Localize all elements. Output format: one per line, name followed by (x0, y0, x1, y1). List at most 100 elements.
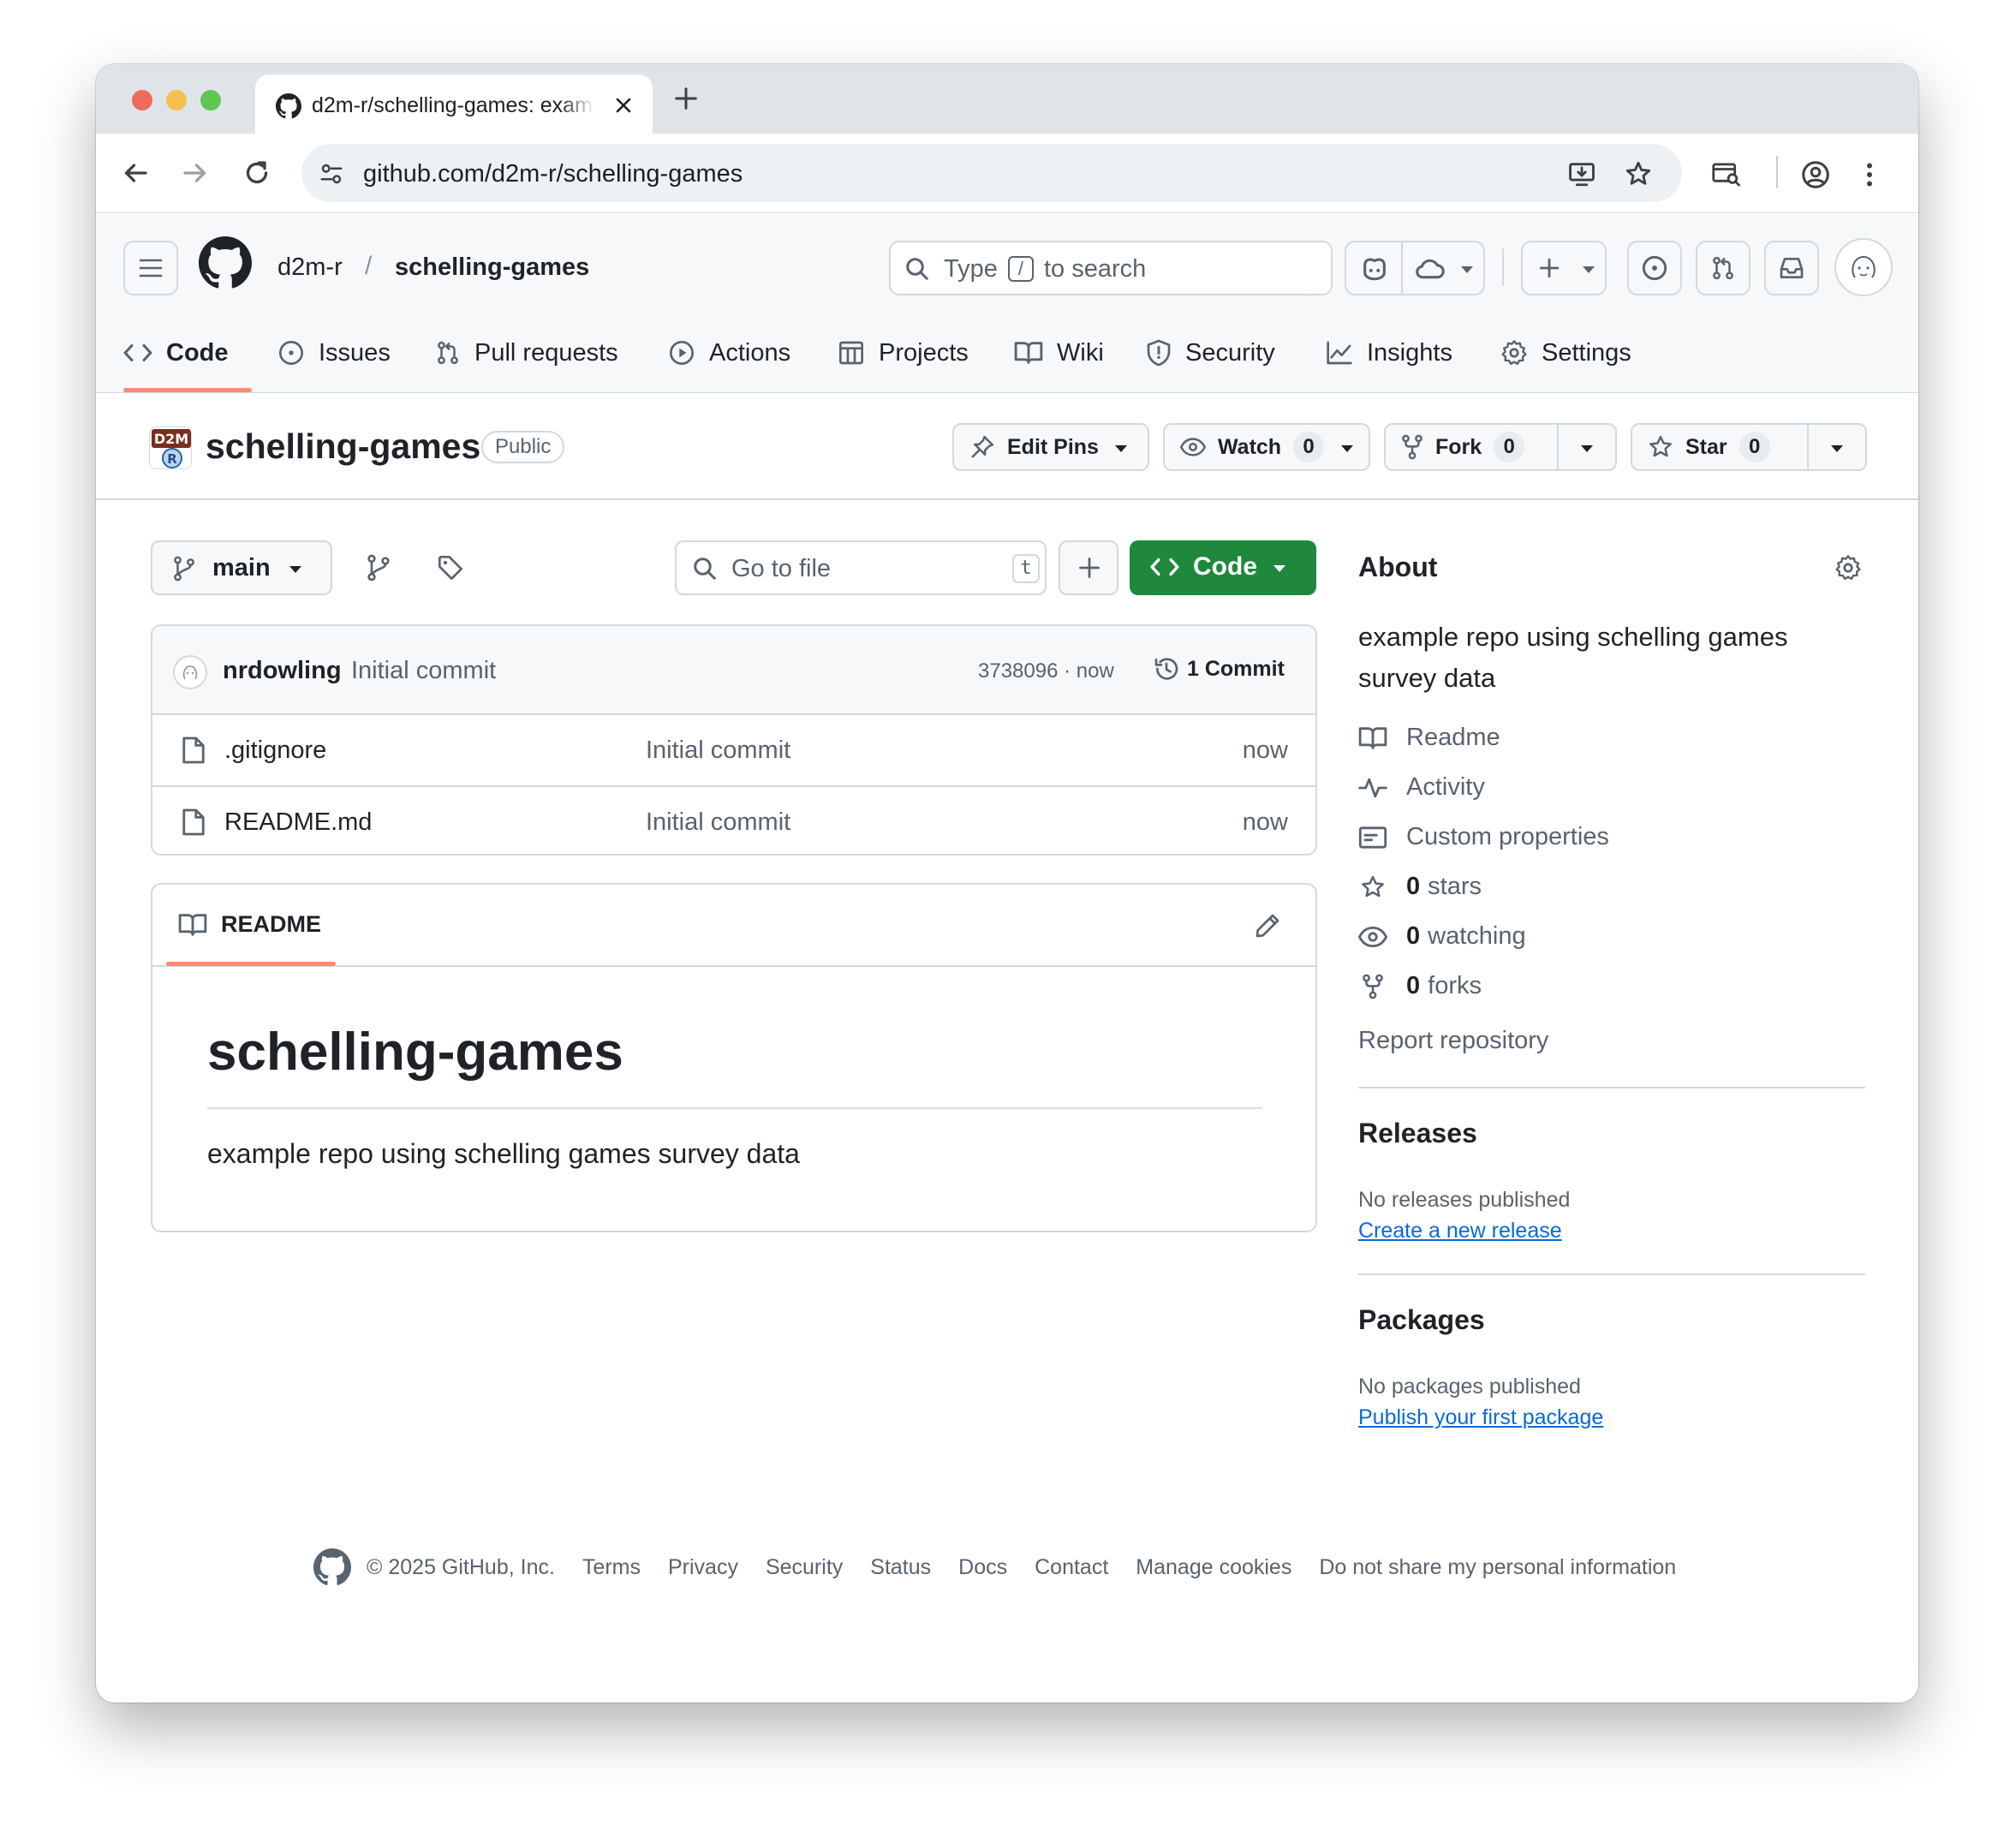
star-button[interactable]: Star 0 (1631, 423, 1867, 471)
tab-projects[interactable]: Projects (838, 313, 969, 393)
custom-properties-link[interactable]: Custom properties (1358, 823, 1609, 851)
pin-icon (969, 434, 995, 460)
address-bar[interactable]: github.com/d2m-r/schelling-games (301, 144, 1682, 202)
footer-link-privacy[interactable]: Privacy (668, 1555, 738, 1580)
stars-link[interactable]: 0 stars (1358, 873, 1482, 901)
github-footer-logo-icon[interactable] (313, 1548, 351, 1586)
packages-heading[interactable]: Packages (1358, 1304, 1485, 1336)
copilot-cloud-icon[interactable] (1415, 256, 1446, 282)
issues-button[interactable] (1627, 241, 1682, 295)
footer-link-manage-cookies[interactable]: Manage cookies (1136, 1555, 1291, 1580)
back-icon[interactable] (120, 158, 151, 188)
tab-settings[interactable]: Settings (1500, 313, 1631, 393)
inbox-button[interactable] (1764, 241, 1819, 295)
zoom-window-button[interactable] (200, 90, 221, 110)
copilot-icon[interactable] (1360, 254, 1389, 282)
hamburger-menu-button[interactable] (123, 241, 178, 295)
watch-button[interactable]: Watch 0 (1163, 423, 1370, 471)
readme-link[interactable]: Readme (1358, 724, 1500, 752)
go-to-file-input[interactable]: Go to file t (675, 540, 1047, 595)
chevron-down-icon (289, 566, 301, 573)
history-icon (1154, 658, 1178, 680)
tab-issues[interactable]: Issues (277, 313, 391, 393)
pulse-icon (1358, 778, 1387, 797)
repo-owner-avatar[interactable]: D2M R (149, 426, 192, 469)
install-app-icon[interactable] (1567, 159, 1596, 188)
activity-link[interactable]: Activity (1358, 773, 1485, 802)
close-window-button[interactable] (132, 90, 152, 110)
report-repository-link[interactable]: Report repository (1358, 1027, 1548, 1055)
branch-selector[interactable]: main (151, 540, 332, 595)
footer-link-contact[interactable]: Contact (1035, 1555, 1108, 1580)
file-name-link[interactable]: .gitignore (224, 737, 326, 765)
forks-link[interactable]: 0 forks (1358, 972, 1482, 1000)
branch-icon (173, 556, 195, 582)
commit-message-link[interactable]: Initial commit (351, 657, 496, 685)
releases-heading[interactable]: Releases (1358, 1118, 1477, 1149)
site-settings-icon[interactable] (319, 161, 344, 187)
repo-name-link[interactable]: schelling-games (395, 253, 589, 282)
tab-insights[interactable]: Insights (1326, 313, 1452, 393)
tab-pull-requests[interactable]: Pull requests (435, 313, 618, 393)
button-divider (1807, 425, 1809, 469)
create-new-button[interactable] (1521, 241, 1607, 295)
code-dropdown-button[interactable]: Code (1130, 540, 1316, 595)
global-search-input[interactable]: Type / to search (889, 241, 1333, 295)
pencil-icon[interactable] (1254, 912, 1281, 939)
star-lists-chevron-icon[interactable] (1831, 445, 1843, 452)
chevron-down-icon (1583, 266, 1595, 273)
commit-history-link[interactable]: 1 Commit (1153, 655, 1285, 683)
browser-toolbar: github.com/d2m-r/schelling-games (96, 134, 1918, 213)
browser-menu-icon[interactable] (1864, 159, 1876, 190)
readme-tab[interactable]: README (178, 911, 321, 938)
footer-link-status[interactable]: Status (870, 1555, 931, 1580)
user-avatar[interactable] (1834, 238, 1893, 296)
file-name-link[interactable]: README.md (224, 808, 372, 837)
tab-security[interactable]: Security (1146, 313, 1275, 393)
footer-link-do-not-share[interactable]: Do not share my personal information (1319, 1555, 1676, 1580)
footer-link-terms[interactable]: Terms (582, 1555, 641, 1580)
watching-link[interactable]: 0 watching (1358, 922, 1526, 951)
pull-requests-button[interactable] (1696, 241, 1751, 295)
branches-icon[interactable] (367, 554, 391, 582)
bookmark-star-icon[interactable] (1624, 159, 1653, 188)
tab-actions[interactable]: Actions (668, 313, 790, 393)
create-release-link[interactable]: Create a new release (1358, 1219, 1562, 1244)
commit-author-avatar[interactable] (173, 655, 207, 689)
tags-icon[interactable] (437, 554, 464, 582)
new-tab-icon[interactable] (673, 86, 699, 111)
chevron-down-icon[interactable] (1341, 445, 1353, 452)
reload-icon[interactable] (242, 158, 272, 188)
footer-link-docs[interactable]: Docs (958, 1555, 1007, 1580)
minimize-window-button[interactable] (166, 90, 187, 110)
file-row[interactable]: README.md Initial commit now (152, 785, 1315, 854)
eye-icon (1358, 926, 1387, 947)
add-file-button[interactable] (1059, 540, 1118, 595)
profile-icon[interactable] (1800, 159, 1831, 190)
owner-link[interactable]: d2m-r (277, 253, 343, 282)
file-commit-message[interactable]: Initial commit (646, 737, 790, 765)
tab-wiki[interactable]: Wiki (1014, 313, 1104, 393)
publish-package-link[interactable]: Publish your first package (1358, 1405, 1603, 1430)
close-tab-icon[interactable] (613, 95, 634, 116)
file-commit-message[interactable]: Initial commit (646, 808, 790, 837)
tab-search-icon[interactable] (1711, 159, 1742, 188)
readme-divider (207, 1107, 1262, 1109)
tab-code[interactable]: Code (123, 313, 229, 393)
edit-pins-button[interactable]: Edit Pins (952, 423, 1149, 471)
commit-sha-time[interactable]: 3738096 · now (978, 659, 1114, 683)
github-logo-icon[interactable] (199, 236, 252, 289)
plus-icon (1539, 258, 1560, 278)
forward-icon[interactable] (180, 158, 211, 188)
book-icon (1014, 342, 1043, 364)
go-to-file-placeholder: Go to file (731, 555, 832, 582)
file-row[interactable]: .gitignore Initial commit now (152, 715, 1315, 785)
footer-link-security[interactable]: Security (766, 1555, 843, 1580)
fork-icon (1363, 974, 1383, 999)
commit-author-link[interactable]: nrdowling (223, 657, 342, 685)
repo-title[interactable]: schelling-games (206, 426, 480, 467)
fork-button[interactable]: Fork 0 (1384, 423, 1617, 471)
fork-options-chevron-icon[interactable] (1581, 445, 1593, 452)
gear-icon[interactable] (1834, 554, 1862, 582)
browser-tab[interactable]: d2m-r/schelling-games: example repo usin… (255, 75, 653, 134)
